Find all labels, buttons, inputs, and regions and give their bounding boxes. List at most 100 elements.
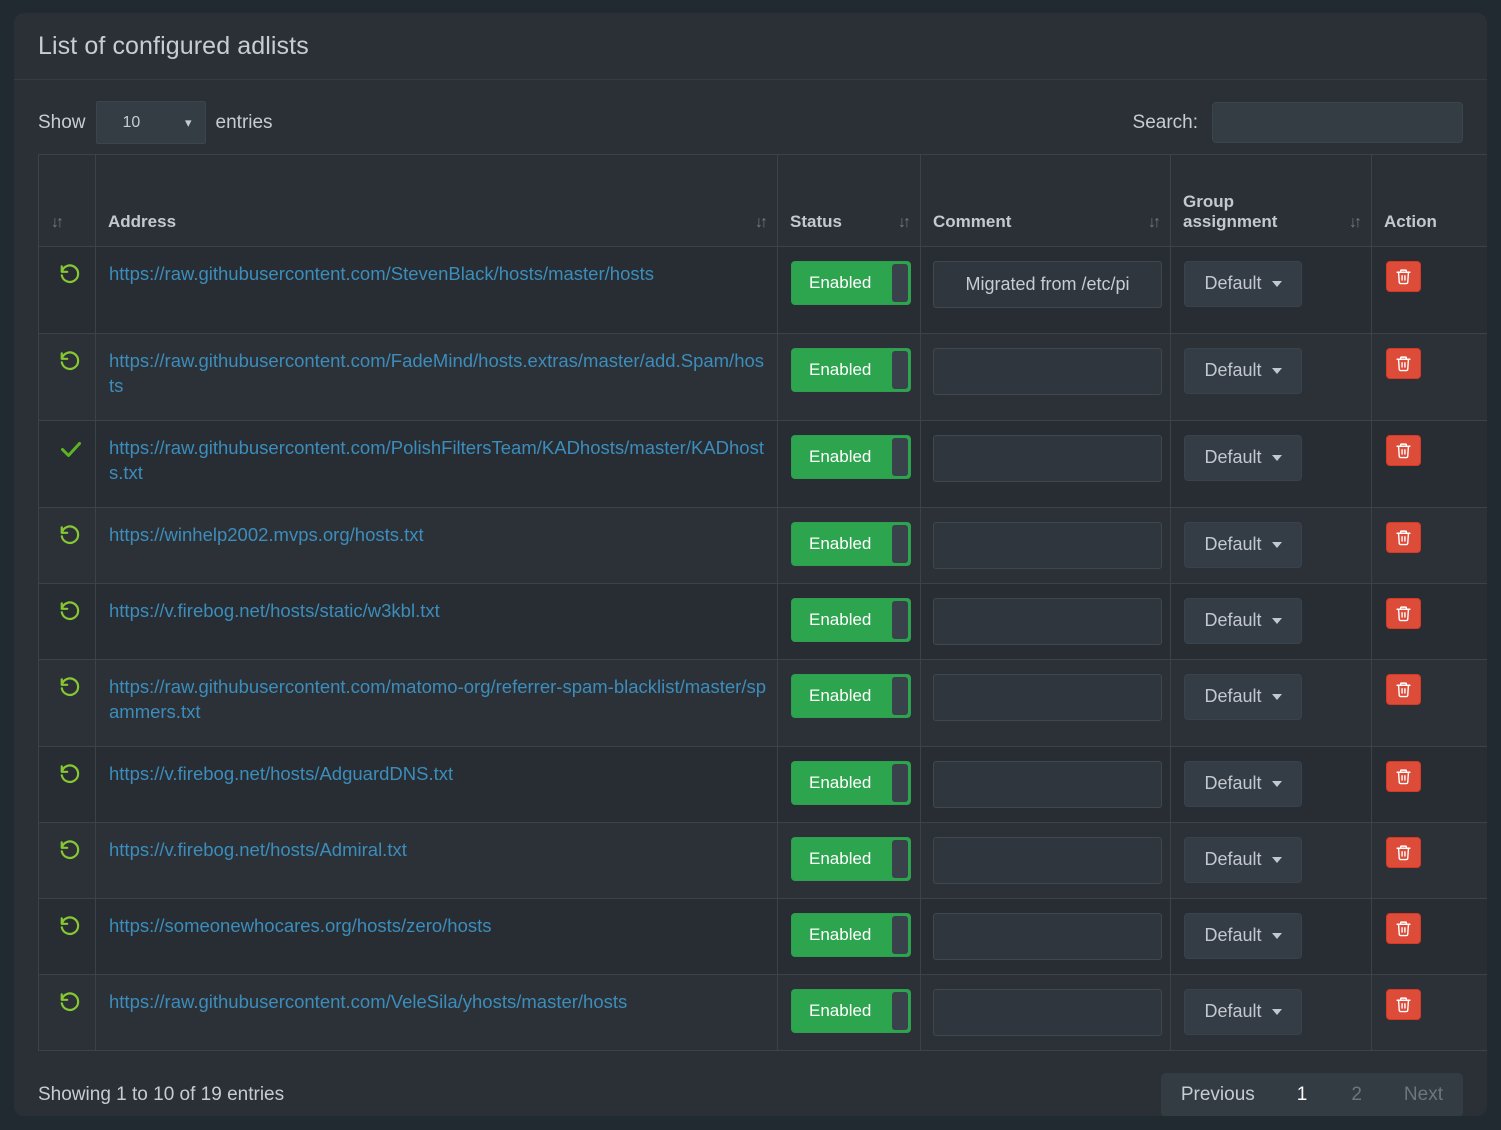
- status-toggle[interactable]: Enabled: [791, 988, 911, 1033]
- status-toggle[interactable]: Enabled: [791, 597, 911, 642]
- adlist-address-link[interactable]: https://v.firebog.net/hosts/AdguardDNS.t…: [96, 747, 777, 787]
- group-assignment-dropdown[interactable]: Default: [1184, 912, 1302, 959]
- delete-button[interactable]: [1386, 434, 1421, 466]
- status-toggle[interactable]: Enabled: [791, 434, 911, 479]
- delete-button[interactable]: [1386, 347, 1421, 379]
- cell-comment: [920, 332, 1171, 421]
- cell-comment: [920, 506, 1171, 584]
- group-assignment-dropdown[interactable]: Default: [1184, 673, 1302, 720]
- caret-down-icon: [1271, 454, 1282, 461]
- sort-icon[interactable]: ↓↑: [1349, 214, 1362, 232]
- delete-button[interactable]: [1386, 597, 1421, 629]
- toggle-knob: [892, 600, 908, 639]
- cell-address: https://winhelp2002.mvps.org/hosts.txt: [95, 506, 778, 584]
- sort-icon[interactable]: ↓↑: [755, 214, 768, 232]
- panel-body: Show 10 25 50 100 All ▾ entries: [14, 80, 1487, 1051]
- column-header-status[interactable]: Status ↓↑: [777, 153, 921, 247]
- group-assignment-label: Default: [1204, 849, 1262, 869]
- comment-input[interactable]: [933, 836, 1162, 884]
- comment-input[interactable]: [933, 597, 1162, 645]
- cell-state: [38, 821, 96, 899]
- sort-icon[interactable]: ↓↑: [1148, 214, 1161, 232]
- comment-input[interactable]: [933, 260, 1162, 308]
- cell-action: [1371, 973, 1487, 1051]
- column-header-group-assignment[interactable]: Group assignment ↓↑: [1170, 153, 1372, 247]
- cell-status: Enabled: [777, 821, 921, 899]
- adlist-address-link[interactable]: https://raw.githubusercontent.com/matomo…: [96, 660, 777, 725]
- status-toggle[interactable]: Enabled: [791, 836, 911, 881]
- comment-input[interactable]: [933, 673, 1162, 721]
- delete-button[interactable]: [1386, 912, 1421, 944]
- group-assignment-dropdown[interactable]: Default: [1184, 260, 1302, 307]
- adlist-address-link[interactable]: https://v.firebog.net/hosts/Admiral.txt: [96, 823, 777, 863]
- sort-icon[interactable]: ↓↑: [51, 214, 64, 232]
- comment-input[interactable]: [933, 912, 1162, 960]
- cell-group-assignment: Default: [1170, 332, 1372, 421]
- cell-address: https://raw.githubusercontent.com/Polish…: [95, 419, 778, 508]
- status-toggle[interactable]: Enabled: [791, 673, 911, 718]
- delete-button[interactable]: [1386, 260, 1421, 292]
- group-assignment-dropdown[interactable]: Default: [1184, 760, 1302, 807]
- group-assignment-dropdown[interactable]: Default: [1184, 836, 1302, 883]
- cell-comment: [920, 745, 1171, 823]
- table-row: https://raw.githubusercontent.com/VeleSi…: [38, 973, 1487, 1051]
- adlist-address-link[interactable]: https://someonewhocares.org/hosts/zero/h…: [96, 899, 777, 939]
- caret-down-icon: [1271, 280, 1282, 287]
- group-assignment-dropdown[interactable]: Default: [1184, 434, 1302, 481]
- group-assignment-dropdown[interactable]: Default: [1184, 347, 1302, 394]
- status-toggle[interactable]: Enabled: [791, 760, 911, 805]
- sort-icon[interactable]: ↓↑: [898, 214, 911, 232]
- table-row: https://raw.githubusercontent.com/FadeMi…: [38, 332, 1487, 421]
- pagination-page-1[interactable]: 1: [1275, 1073, 1330, 1117]
- comment-input[interactable]: [933, 988, 1162, 1036]
- comment-input[interactable]: [933, 521, 1162, 569]
- search-input[interactable]: [1212, 102, 1463, 143]
- pagination-previous[interactable]: Previous: [1161, 1073, 1275, 1117]
- status-toggle[interactable]: Enabled: [791, 260, 911, 305]
- comment-input[interactable]: [933, 760, 1162, 808]
- group-assignment-label: Default: [1204, 1001, 1262, 1021]
- group-assignment-label: Default: [1204, 447, 1262, 467]
- delete-button[interactable]: [1386, 836, 1421, 868]
- adlist-address-link[interactable]: https://raw.githubusercontent.com/FadeMi…: [96, 334, 777, 399]
- adlist-address-link[interactable]: https://raw.githubusercontent.com/Polish…: [96, 421, 777, 486]
- group-assignment-label: Default: [1204, 534, 1262, 554]
- cell-state: [38, 582, 96, 660]
- entries-select[interactable]: 10 25 50 100 All: [95, 101, 206, 144]
- adlist-address-link[interactable]: https://winhelp2002.mvps.org/hosts.txt: [96, 508, 777, 548]
- adlist-address-link[interactable]: https://raw.githubusercontent.com/Steven…: [96, 247, 777, 287]
- adlist-address-link[interactable]: https://v.firebog.net/hosts/static/w3kbl…: [96, 584, 777, 624]
- cell-action: [1371, 897, 1487, 975]
- cell-status: Enabled: [777, 245, 921, 334]
- status-toggle[interactable]: Enabled: [791, 912, 911, 957]
- caret-down-icon: [1271, 617, 1282, 624]
- column-header-state[interactable]: ↓↑: [38, 153, 96, 247]
- cell-comment: [920, 897, 1171, 975]
- comment-input[interactable]: [933, 347, 1162, 395]
- cell-group-assignment: Default: [1170, 821, 1372, 899]
- group-assignment-dropdown[interactable]: Default: [1184, 988, 1302, 1035]
- cell-group-assignment: Default: [1170, 897, 1372, 975]
- delete-button[interactable]: [1386, 988, 1421, 1020]
- cell-state: [38, 973, 96, 1051]
- delete-button[interactable]: [1386, 760, 1421, 792]
- toggle-knob: [892, 676, 908, 715]
- check-icon: [39, 421, 95, 465]
- status-toggle[interactable]: Enabled: [791, 521, 911, 566]
- panel-footer: Showing 1 to 10 of 19 entries Previous 1…: [14, 1050, 1487, 1117]
- pagination-page-2[interactable]: 2: [1329, 1073, 1384, 1117]
- adlist-address-link[interactable]: https://raw.githubusercontent.com/VeleSi…: [96, 975, 777, 1015]
- status-toggle[interactable]: Enabled: [791, 347, 911, 392]
- group-assignment-dropdown[interactable]: Default: [1184, 521, 1302, 568]
- delete-button[interactable]: [1386, 673, 1421, 705]
- cell-action: [1371, 506, 1487, 584]
- column-header-comment[interactable]: Comment ↓↑: [920, 153, 1171, 247]
- table-row: https://raw.githubusercontent.com/matomo…: [38, 658, 1487, 747]
- comment-input[interactable]: [933, 434, 1162, 482]
- delete-button[interactable]: [1386, 521, 1421, 553]
- column-header-address[interactable]: Address ↓↑: [95, 153, 778, 247]
- pagination-next[interactable]: Next: [1384, 1073, 1463, 1117]
- showing-entries-info: Showing 1 to 10 of 19 entries: [38, 1083, 285, 1105]
- cell-action: [1371, 332, 1487, 421]
- group-assignment-dropdown[interactable]: Default: [1184, 597, 1302, 644]
